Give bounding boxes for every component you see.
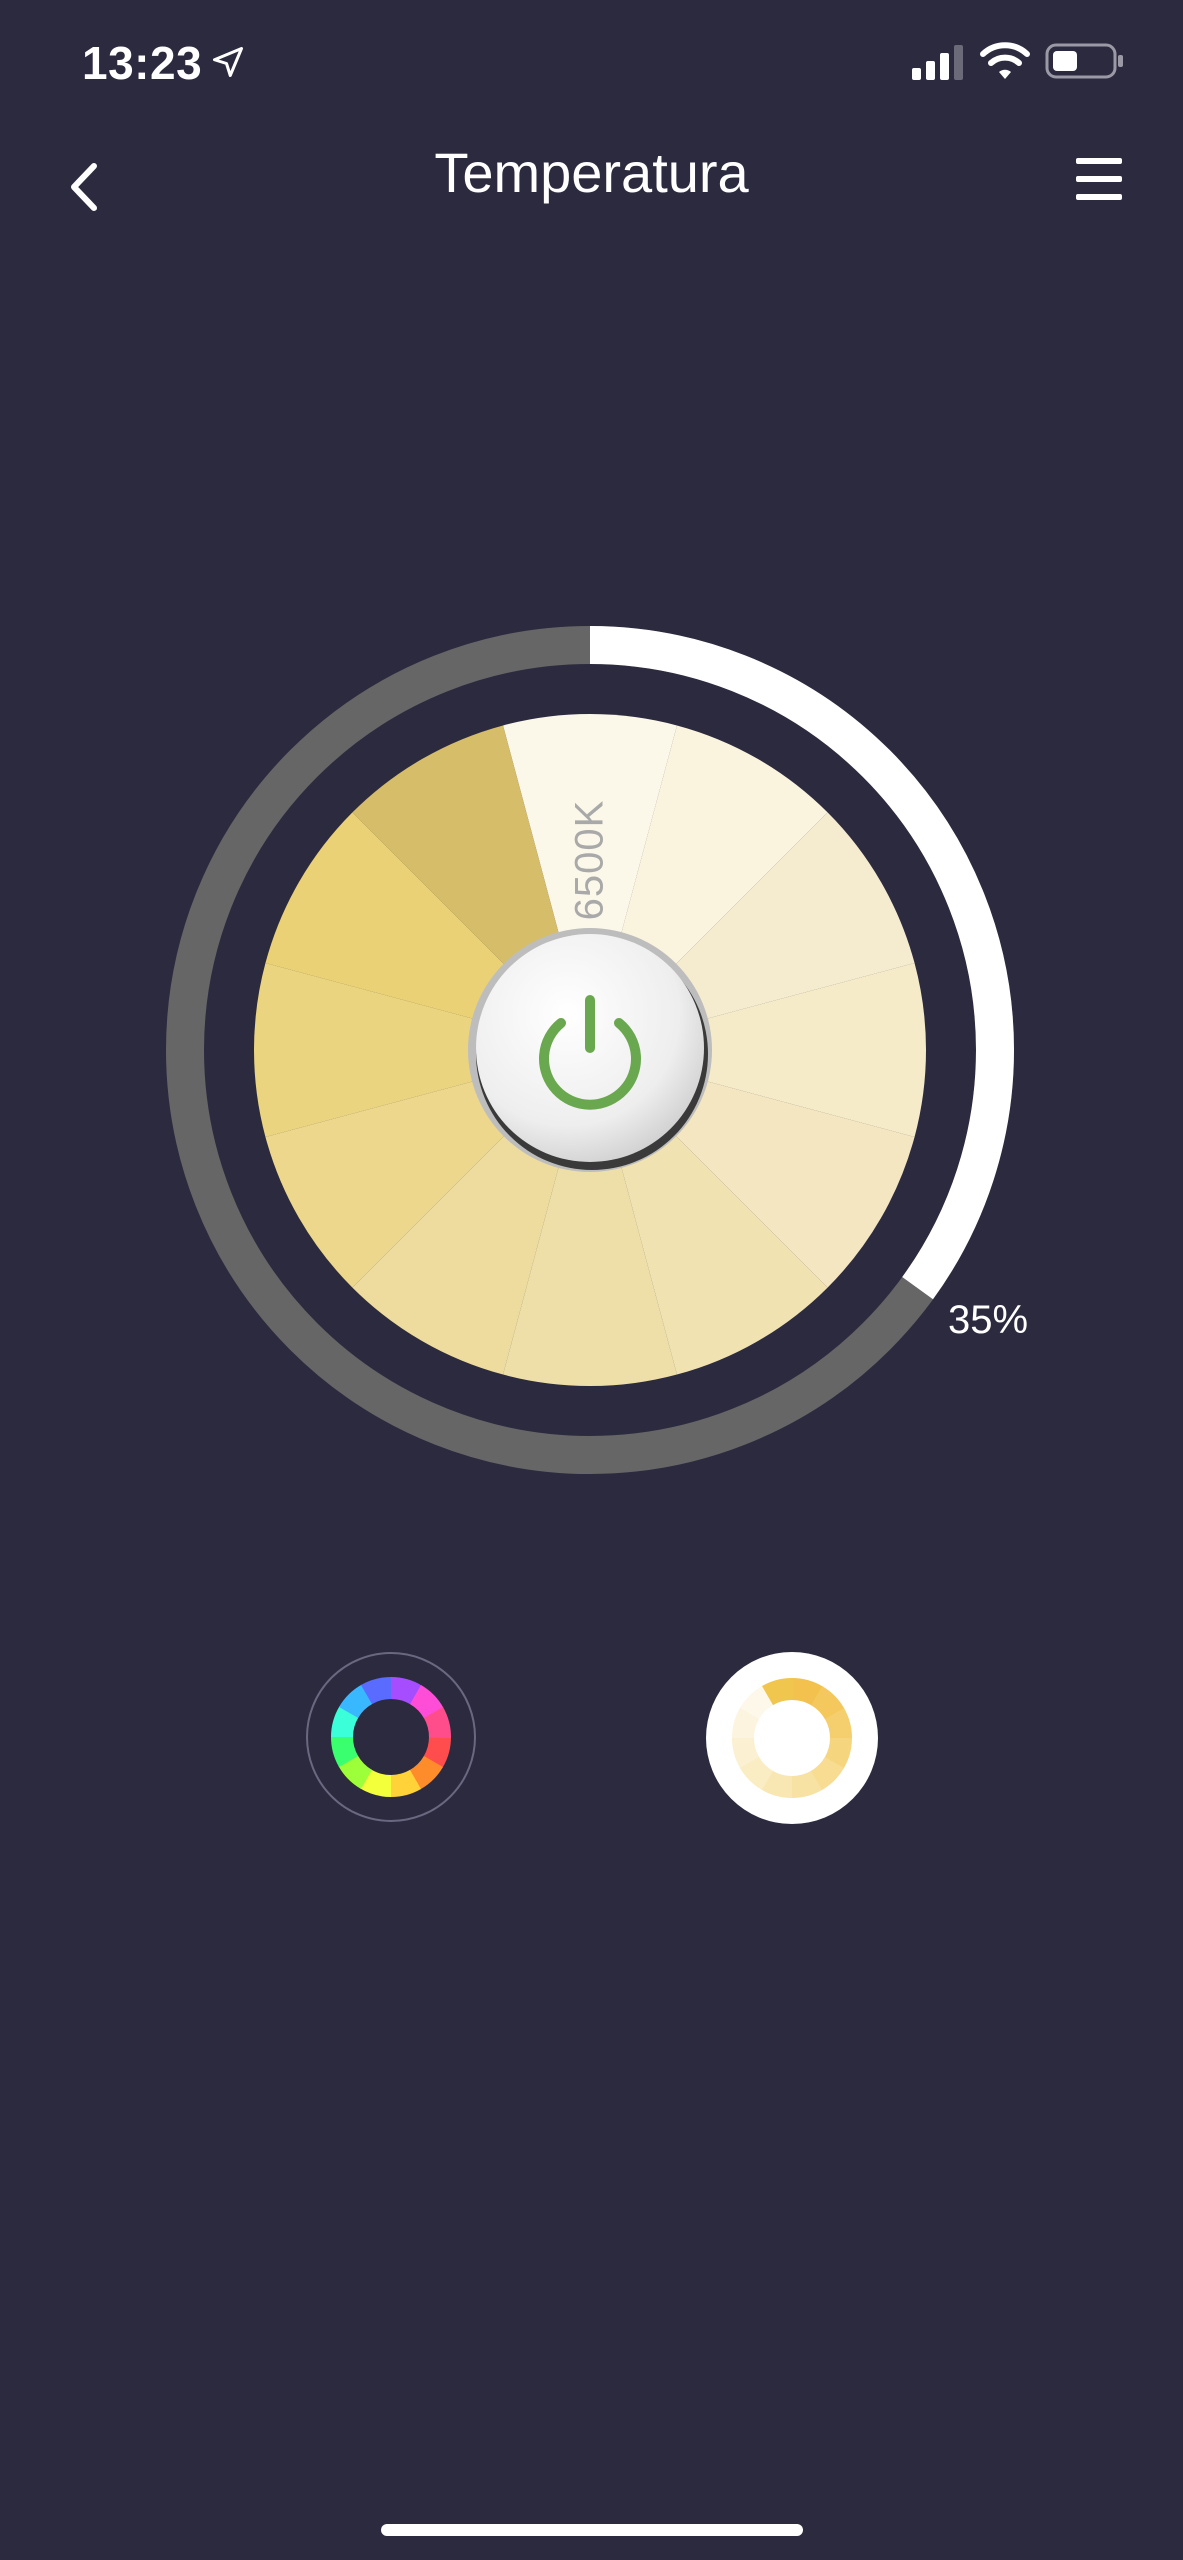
home-indicator[interactable] — [381, 2524, 803, 2536]
white-mode-button[interactable] — [706, 1652, 878, 1824]
power-button[interactable] — [470, 930, 710, 1170]
status-time: 13:23 — [82, 37, 203, 89]
temperature-wheel-icon — [732, 1678, 852, 1798]
menu-button[interactable] — [1070, 150, 1130, 210]
status-bar: 13:23 — [0, 0, 1183, 130]
color-mode-button[interactable] — [306, 1652, 476, 1822]
brightness-percentage: 35% — [948, 1298, 1029, 1342]
color-wheel-icon — [331, 1677, 451, 1797]
location-arrow-icon — [213, 47, 243, 77]
temperature-dial[interactable]: 6500K — [160, 620, 1020, 1480]
page-title: Temperatura — [434, 141, 749, 204]
temperature-value-label: 6500K — [567, 799, 612, 921]
wifi-icon — [980, 42, 1030, 79]
battery-icon — [1045, 43, 1123, 79]
cellular-signal-icon — [912, 45, 963, 80]
hamburger-menu-icon — [1076, 158, 1122, 200]
